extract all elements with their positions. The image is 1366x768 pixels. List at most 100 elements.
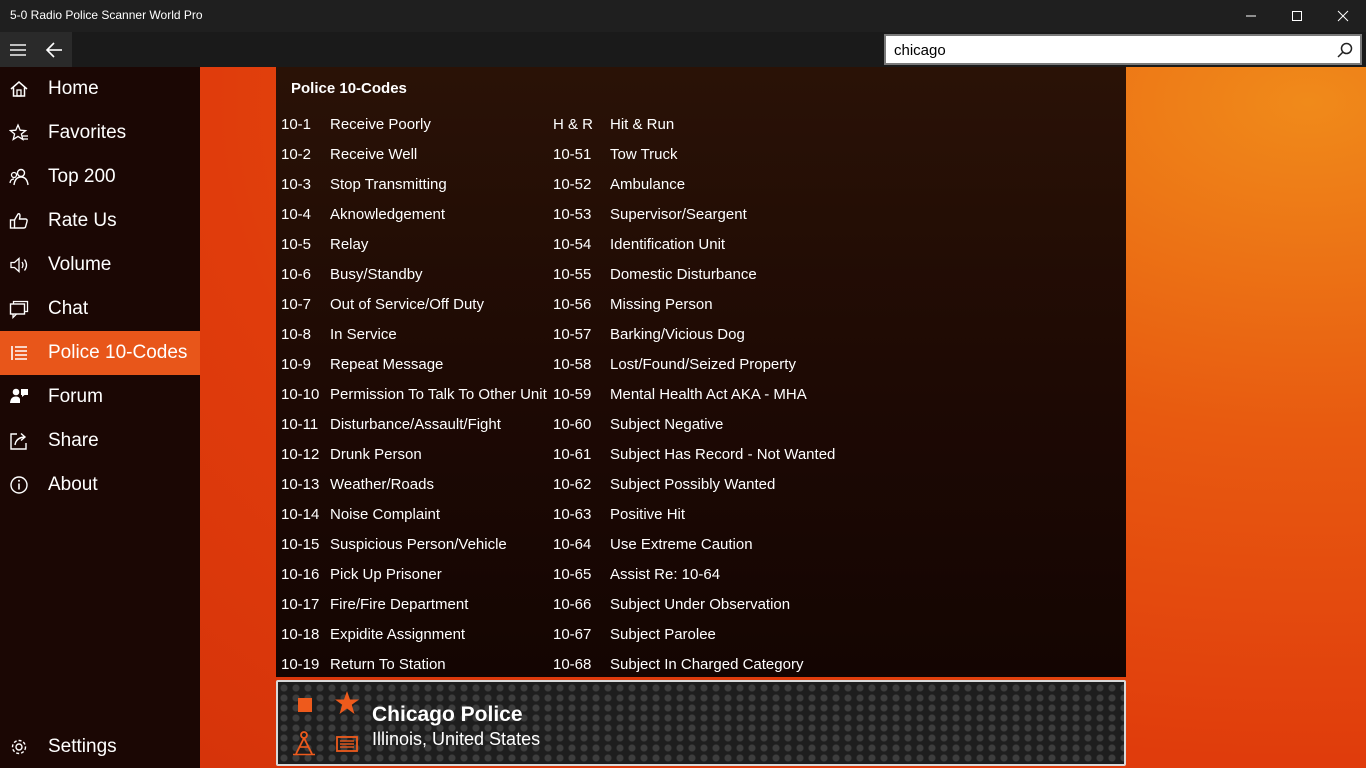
- sidebar-item-volume[interactable]: Volume: [0, 243, 200, 287]
- code-meaning: Missing Person: [610, 296, 713, 313]
- code-number: 10-18: [281, 626, 320, 643]
- code-number: 10-55: [553, 266, 592, 283]
- code-meaning: Expidite Assignment: [330, 626, 466, 643]
- code-meaning: Receive Well: [330, 146, 418, 163]
- code-number: 10-11: [281, 416, 319, 433]
- code-number: 10-1: [281, 116, 312, 133]
- sidebar-item-rate-us[interactable]: Rate Us: [0, 199, 200, 243]
- code-number: 10-2: [281, 146, 312, 163]
- code-row: 10-4 Aknowledgement 10-53 Supervisor/Searge…: [276, 199, 1126, 229]
- code-number: 10-16: [281, 566, 320, 583]
- command-bar: [0, 32, 1366, 67]
- window-title: 5-0 Radio Police Scanner World Pro: [10, 8, 203, 22]
- sidebar-item-about[interactable]: About: [0, 463, 200, 507]
- code-meaning: Subject In Charged Category: [610, 656, 804, 673]
- thumbs-up-icon: [9, 211, 29, 231]
- code-row: 10-18 Expidite Assignment 10-67 Subject Par…: [276, 619, 1126, 649]
- code-row: 10-15 Suspicious Person/Vehicle 10-64 Use E…: [276, 529, 1126, 559]
- code-number: 10-66: [553, 596, 592, 613]
- code-meaning: Identification Unit: [610, 236, 726, 253]
- nav-buttons: [0, 32, 72, 67]
- info-icon: [9, 475, 29, 495]
- code-row: 10-6 Busy/Standby 10-55 Domestic Disturbanc…: [276, 259, 1126, 289]
- code-meaning: Stop Transmitting: [330, 176, 447, 193]
- code-meaning: Suspicious Person/Vehicle: [330, 536, 507, 553]
- code-meaning: Subject Under Observation: [610, 596, 791, 613]
- sidebar-item-forum[interactable]: Forum: [0, 375, 200, 419]
- code-row: 10-9 Repeat Message 10-58 Lost/Found/Seized…: [276, 349, 1126, 379]
- code-number: 10-10: [281, 386, 320, 403]
- code-meaning: Lost/Found/Seized Property: [610, 356, 796, 373]
- station-location: Illinois, United States: [372, 729, 541, 749]
- hamburger-button[interactable]: [0, 32, 36, 67]
- code-meaning: Receive Poorly: [330, 116, 431, 133]
- sidebar-item-label: About: [48, 474, 98, 495]
- code-meaning: Subject Possibly Wanted: [610, 476, 776, 493]
- code-number: 10-13: [281, 476, 320, 493]
- sidebar-item-label: Home: [48, 78, 99, 99]
- sidebar-item-top-200[interactable]: Top 200: [0, 155, 200, 199]
- favorite-star-icon[interactable]: [334, 690, 360, 716]
- stop-button[interactable]: [298, 698, 312, 712]
- code-row: 10-3 Stop Transmitting 10-52 Ambulance: [276, 169, 1126, 199]
- code-meaning: Weather/Roads: [330, 476, 434, 493]
- code-number: 10-68: [553, 656, 592, 673]
- forum-icon: [9, 387, 29, 407]
- code-number: 10-53: [553, 206, 592, 223]
- radio-icon[interactable]: [336, 734, 358, 752]
- code-meaning: Use Extreme Caution: [610, 536, 753, 553]
- code-row: 10-16 Pick Up Prisoner 10-65 Assist Re: 10-…: [276, 559, 1126, 589]
- list-icon: [9, 343, 29, 363]
- minimize-icon: [1246, 15, 1256, 17]
- code-meaning: Hit & Run: [610, 116, 675, 133]
- maximize-button[interactable]: [1274, 0, 1320, 32]
- code-meaning: Aknowledgement: [330, 206, 446, 223]
- code-meaning: Return To Station: [330, 656, 446, 673]
- sidebar-item-label: Police 10-Codes: [48, 342, 188, 363]
- hamburger-icon: [10, 43, 26, 56]
- back-button[interactable]: [36, 32, 72, 67]
- code-number: 10-15: [281, 536, 320, 553]
- antenna-icon[interactable]: [292, 730, 316, 756]
- sidebar-item-police-10-codes[interactable]: Police 10-Codes: [0, 331, 200, 375]
- code-row: 10-12 Drunk Person 10-61 Subject Has Record…: [276, 439, 1126, 469]
- sidebar-item-label: Favorites: [48, 122, 127, 143]
- code-number: 10-60: [553, 416, 592, 433]
- sidebar-item-share[interactable]: Share: [0, 419, 200, 463]
- sidebar-item-settings[interactable]: Settings: [0, 725, 200, 768]
- code-number: 10-14: [281, 506, 320, 523]
- sidebar-item-label: Share: [48, 430, 99, 451]
- code-row: 10-19 Return To Station 10-68 Subject In Ch…: [276, 649, 1126, 679]
- gear-icon: [9, 737, 29, 757]
- code-meaning: Barking/Vicious Dog: [610, 326, 745, 343]
- code-meaning: Out of Service/Off Duty: [330, 296, 484, 313]
- code-meaning: Mental Health Act AKA - MHA: [610, 386, 807, 403]
- player-bar: Chicago Police Illinois, United States: [276, 680, 1126, 766]
- sidebar-item-chat[interactable]: Chat: [0, 287, 200, 331]
- code-row: 10-10 Permission To Talk To Other Unit 10-…: [276, 379, 1126, 409]
- page-title: Police 10-Codes: [291, 80, 407, 97]
- search-input[interactable]: [894, 40, 1324, 60]
- sidebar-item-favorites[interactable]: Favorites: [0, 111, 200, 155]
- close-icon: [1337, 10, 1349, 22]
- search-icon[interactable]: [1336, 41, 1354, 59]
- code-meaning: Relay: [330, 236, 369, 253]
- code-number: 10-65: [553, 566, 592, 583]
- code-row: 10-13 Weather/Roads 10-62 Subject Possibly …: [276, 469, 1126, 499]
- code-number: 10-8: [281, 326, 312, 343]
- code-meaning: Permission To Talk To Other Unit: [330, 386, 547, 403]
- code-row: 10-14 Noise Complaint 10-63 Positive Hit: [276, 499, 1126, 529]
- sidebar-item-label: Settings: [48, 736, 117, 757]
- code-number: 10-4: [281, 206, 312, 223]
- minimize-button[interactable]: [1228, 0, 1274, 32]
- code-meaning: Positive Hit: [610, 506, 686, 523]
- close-button[interactable]: [1320, 0, 1366, 32]
- code-row: 10-5 Relay 10-54 Identification Unit: [276, 229, 1126, 259]
- sidebar-item-home[interactable]: Home: [0, 67, 200, 111]
- code-meaning: Disturbance/Assault/Fight: [330, 416, 501, 433]
- code-row: 10-8 In Service 10-57 Barking/Vicious Dog: [276, 319, 1126, 349]
- code-number: 10-17: [281, 596, 320, 613]
- code-meaning: Fire/Fire Department: [330, 596, 469, 613]
- code-number: 10-51: [553, 146, 592, 163]
- code-number: 10-67: [553, 626, 592, 643]
